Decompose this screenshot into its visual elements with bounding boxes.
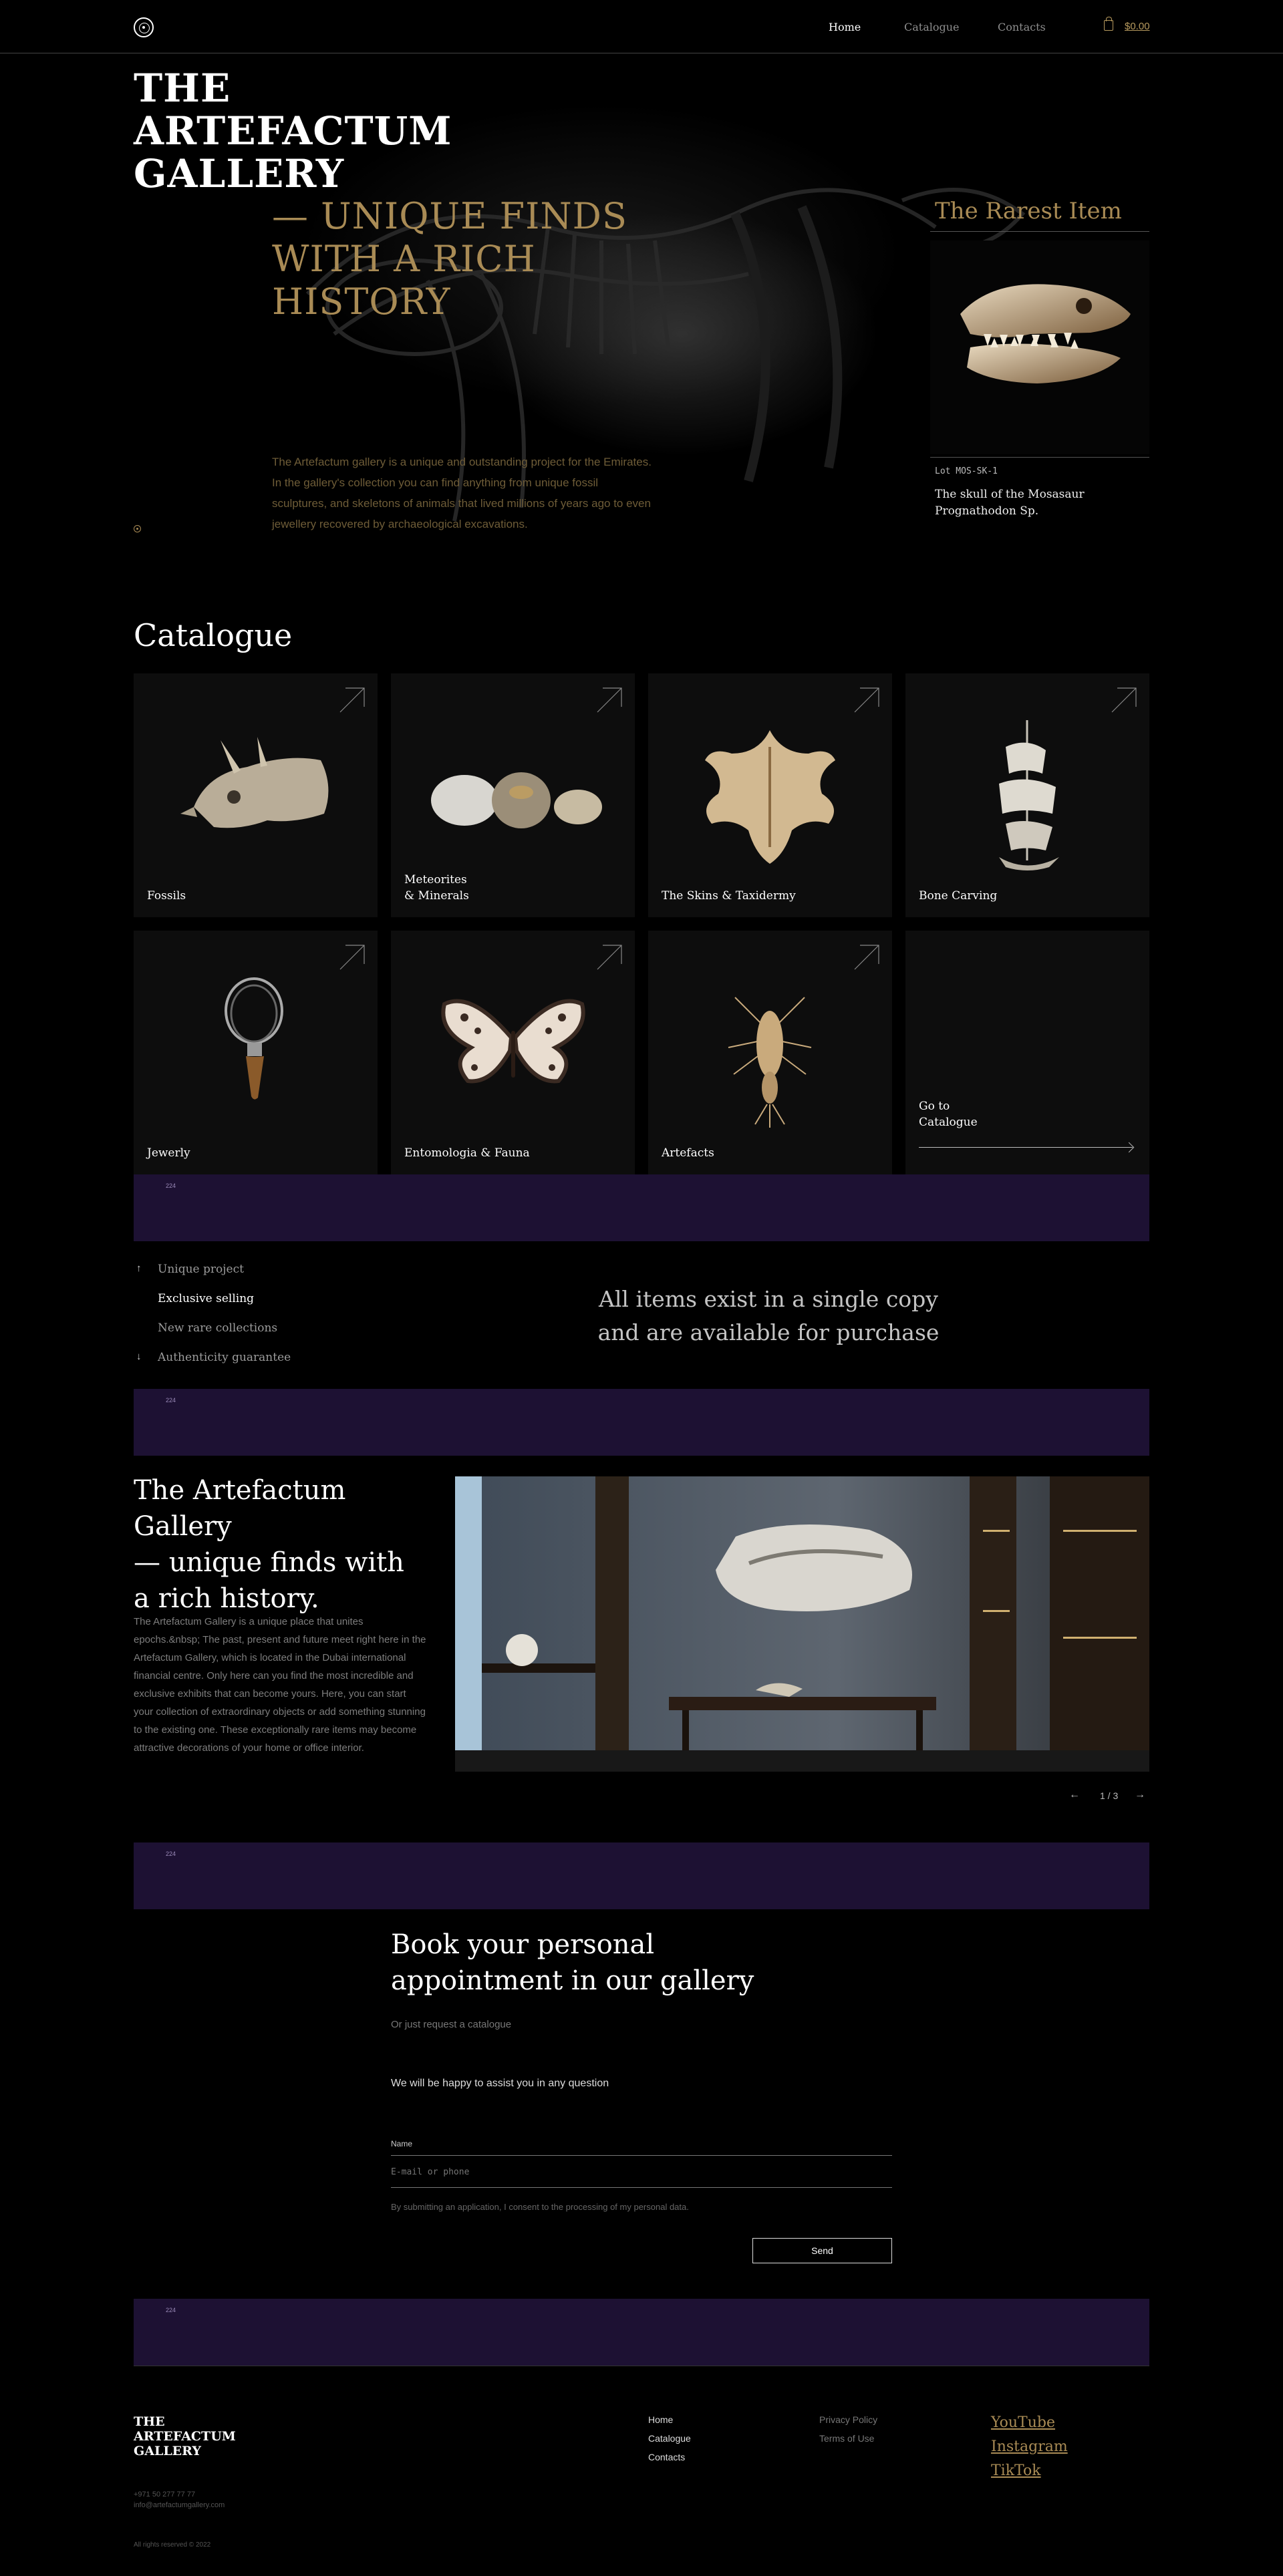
lot-number: Lot MOS-SK-1: [935, 466, 998, 476]
footer-nav-home[interactable]: Home: [648, 2414, 673, 2425]
arrow-down-icon[interactable]: ↓: [136, 1351, 142, 1362]
footer-logo[interactable]: THE ARTEFACTUM GALLERY: [134, 2414, 236, 2458]
go-to-catalogue-card[interactable]: Go to Catalogue: [905, 931, 1149, 1174]
hero-subtitle-line: HISTORY: [272, 281, 451, 323]
hero-title-line: GALLERY: [134, 151, 345, 196]
booking-subtitle[interactable]: Or just request a catalogue: [391, 2019, 511, 2030]
hero-subtitle-line: WITH A RICH: [272, 238, 536, 280]
long-arrow-right-icon: [919, 1147, 1133, 1148]
about-text: The Artefactum Gallery is a unique place…: [134, 1616, 426, 1754]
go-to-catalogue-label: Go to Catalogue: [919, 1100, 978, 1129]
catalogue-card-artefacts[interactable]: Artefacts: [648, 931, 892, 1174]
catalogue-card-jewelry[interactable]: Jewerly: [134, 931, 378, 1174]
instagram-link[interactable]: Instagram: [991, 2438, 1068, 2455]
logo-icon[interactable]: [134, 17, 154, 37]
footer-logo-line: THE: [134, 2414, 165, 2429]
feature-item[interactable]: New rare collections: [158, 1321, 277, 1335]
catalogue-card-meteorites[interactable]: Meteorites & Minerals: [391, 673, 635, 917]
single-copy-headline: All items exist in a single copy and are…: [597, 1286, 940, 1345]
card-label: Meteorites & Minerals: [404, 873, 469, 903]
card-label: Artefacts: [662, 1146, 714, 1160]
arrow-up-icon[interactable]: ↑: [136, 1263, 142, 1274]
hero-subtitle: — UNIQUE FINDS WITH A RICH HISTORY: [272, 195, 627, 323]
card-label: Entomologia & Fauna: [404, 1146, 530, 1160]
booking-note: We will be happy to assist you in any qu…: [391, 2078, 609, 2089]
rarest-item-name[interactable]: The skull of the Mosasaur Prognathodon S…: [935, 486, 1135, 520]
name-field-label: Name: [391, 2139, 413, 2148]
arrow-up-right-icon: [854, 687, 879, 713]
nav-catalogue[interactable]: Catalogue: [904, 21, 960, 33]
card-label: Bone Carving: [919, 889, 998, 903]
mosasaur-skull-image[interactable]: [930, 240, 1149, 454]
footer-email[interactable]: info@artefactumgallery.com: [134, 2501, 225, 2509]
promo-banner[interactable]: 224: [134, 1842, 1149, 1909]
copyright: All rights reserved © 2022: [134, 2541, 211, 2549]
catalogue-heading: Catalogue: [134, 617, 293, 653]
arrow-up-right-icon: [339, 945, 365, 970]
banner-tag: 224: [166, 1182, 176, 1189]
promo-banner[interactable]: 224: [134, 2299, 1149, 2366]
arrow-up-right-icon: [339, 687, 365, 713]
footer-phone[interactable]: +971 50 277 77 77: [134, 2490, 195, 2499]
divider: [930, 457, 1149, 458]
site-header: Home Catalogue Contacts $0.00: [0, 0, 1283, 53]
nav-contacts[interactable]: Contacts: [998, 21, 1046, 33]
divider: [930, 231, 1149, 232]
arrow-up-right-icon: [1111, 687, 1137, 713]
gallery-interior-photo[interactable]: [455, 1476, 1149, 1772]
footer-nav-contacts[interactable]: Contacts: [648, 2452, 685, 2462]
hero-title-line: ARTEFACTUM: [134, 108, 452, 154]
hero-subtitle-line: — UNIQUE FINDS: [272, 195, 627, 237]
name-field[interactable]: [391, 2155, 892, 2156]
catalogue-card-bone-carving[interactable]: Bone Carving: [905, 673, 1149, 917]
promo-banner[interactable]: 224: [134, 1389, 1149, 1456]
banner-tag: 224: [166, 1850, 176, 1857]
catalogue-card-entomologia[interactable]: Entomologia & Fauna: [391, 931, 635, 1174]
scroll-indicator-icon[interactable]: [134, 525, 141, 532]
privacy-policy-link[interactable]: Privacy Policy: [819, 2414, 877, 2425]
card-label: Jewerly: [147, 1146, 190, 1160]
arrow-left-icon[interactable]: ←: [1069, 1789, 1080, 1801]
catalogue-card-skins[interactable]: The Skins & Taxidermy: [648, 673, 892, 917]
arrow-up-right-icon: [597, 945, 622, 970]
slider-counter: 1 / 3: [1100, 1790, 1119, 1801]
feature-item-active[interactable]: Exclusive selling: [158, 1292, 254, 1305]
send-button[interactable]: Send: [752, 2238, 892, 2263]
footer-logo-line: ARTEFACTUM: [134, 2429, 236, 2444]
youtube-link[interactable]: YouTube: [991, 2414, 1055, 2431]
card-label: Fossils: [147, 889, 186, 903]
consent-text: By submitting an application, I consent …: [391, 2202, 689, 2212]
contact-field-underline: [391, 2187, 892, 2188]
banner-tag: 224: [166, 1397, 176, 1404]
hero-title-line: THE: [134, 65, 231, 111]
rarest-item-heading: The Rarest Item: [935, 198, 1122, 224]
catalogue-card-fossils[interactable]: Fossils: [134, 673, 378, 917]
card-label: The Skins & Taxidermy: [662, 889, 796, 903]
hero-description: The Artefactum gallery is a unique and o…: [272, 456, 652, 530]
nav-home[interactable]: Home: [829, 21, 861, 33]
feature-item[interactable]: Unique project: [158, 1263, 244, 1276]
banner-tag: 224: [166, 2307, 176, 2313]
arrow-up-right-icon: [597, 687, 622, 713]
cart-icon[interactable]: [1104, 17, 1113, 31]
hero-title: THE ARTEFACTUM GALLERY: [134, 67, 452, 195]
about-heading: The Artefactum Gallery — unique finds wi…: [134, 1475, 404, 1614]
footer-logo-line: GALLERY: [134, 2444, 201, 2458]
arrow-right-icon[interactable]: →: [1135, 1789, 1145, 1801]
arrow-up-right-icon: [854, 945, 879, 970]
terms-of-use-link[interactable]: Terms of Use: [819, 2433, 874, 2444]
tiktok-link[interactable]: TikTok: [991, 2462, 1041, 2479]
booking-heading: Book your personal appointment in our ga…: [391, 1929, 754, 1996]
contact-field[interactable]: [391, 2167, 892, 2177]
promo-banner[interactable]: 224: [134, 1174, 1149, 1241]
footer-nav-catalogue[interactable]: Catalogue: [648, 2433, 691, 2444]
cart-total[interactable]: $0.00: [1125, 21, 1150, 32]
feature-item[interactable]: Authenticity guarantee: [158, 1351, 291, 1364]
